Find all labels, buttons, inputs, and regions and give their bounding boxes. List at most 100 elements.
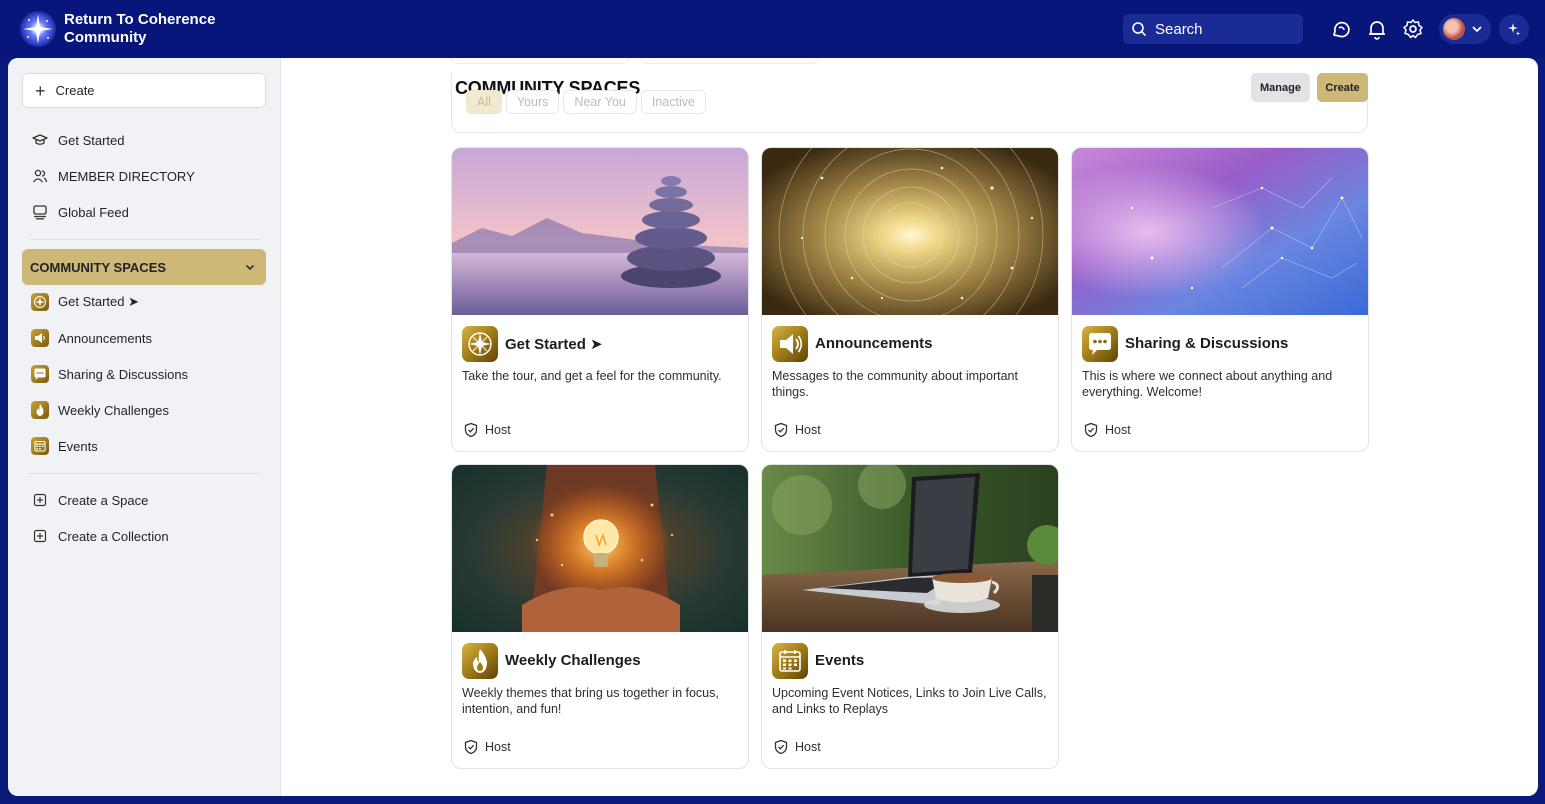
filter-tabs: All Yours Near You Inactive [466,90,710,114]
chat-bubble-icon [31,365,49,383]
sidebar-create-button[interactable]: + Create [22,73,266,108]
sidebar-item-label: Announcements [58,330,152,346]
sidebar-divider [30,473,260,474]
bell-icon[interactable] [1365,17,1389,41]
space-card-events[interactable]: Events Upcoming Event Notices, Links to … [761,464,1059,769]
main-frame: + Create Get Started MEMBER DIRECTORY Gl… [8,58,1538,796]
card-description: Messages to the community about importan… [772,369,1018,399]
sidebar-item-label: MEMBER DIRECTORY [58,168,195,184]
search-input[interactable]: Search [1123,14,1303,44]
sidebar-divider [30,239,260,240]
sidebar-space-get-started[interactable]: Get Started ➤ [30,288,139,316]
calendar-icon [772,643,808,679]
card-host: Host [463,422,511,438]
card-description: Weekly themes that bring us together in … [462,686,719,716]
calendar-icon [31,437,49,455]
sidebar-item-label: Sharing & Discussions [58,366,189,382]
chevron-down-icon [245,264,255,271]
ai-sparkle-button[interactable] [1499,14,1529,44]
sidebar-item-label: Create a Collection [58,528,169,544]
host-label: Host [485,423,511,437]
sparkle-icon [1508,23,1520,36]
members-icon [30,166,50,186]
megaphone-icon [31,329,49,347]
flame-icon [462,643,498,679]
search-icon [1132,22,1147,37]
space-card-sharing-discussions[interactable]: Sharing & Discussions This is where we c… [1071,147,1369,452]
card-title: Get Started ➤ [505,336,603,353]
card-description: Upcoming Event Notices, Links to Join Li… [772,686,1047,716]
main-content: COMMUNITY SPACES All Yours Near You Inac… [281,58,1538,796]
sidebar-item-member-directory[interactable]: MEMBER DIRECTORY [30,162,195,190]
sidebar-item-label: Get Started ➤ [58,294,139,309]
sidebar-space-weekly-challenges[interactable]: Weekly Challenges [30,396,169,424]
sidebar-create-space[interactable]: Create a Space [30,486,148,514]
sidebar-section-community-spaces[interactable]: COMMUNITY SPACES [22,249,266,285]
sidebar-create-collection[interactable]: Create a Collection [30,522,169,550]
brand-name: Return To Coherence Community [64,11,215,47]
host-label: Host [795,740,821,754]
chat-bubble-icon [1082,326,1118,362]
sidebar: + Create Get Started MEMBER DIRECTORY Gl… [8,58,281,796]
plus-square-icon [30,526,50,546]
card-image [1072,148,1368,315]
create-button[interactable]: Create [1317,73,1368,102]
card-title: Weekly Challenges [505,652,641,669]
host-label: Host [485,740,511,754]
card-title: Sharing & Discussions [1125,335,1289,352]
avatar [1443,18,1465,40]
card-image [762,148,1058,315]
filter-tab-yours[interactable]: Yours [505,90,560,114]
filter-tab-near-you[interactable]: Near You [563,90,637,114]
space-card-get-started[interactable]: Get Started ➤ Take the tour, and get a f… [451,147,749,452]
card-host: Host [463,739,511,755]
brand-line-1: Return To Coherence [64,11,216,28]
sidebar-item-get-started[interactable]: Get Started [30,126,124,154]
card-description: Take the tour, and get a feel for the co… [462,369,722,383]
card-title: Announcements [815,335,933,352]
sidebar-space-events[interactable]: Events [30,432,98,460]
feed-icon [30,202,50,222]
space-card-weekly-challenges[interactable]: Weekly Challenges Weekly themes that bri… [451,464,749,769]
megaphone-icon [772,326,808,362]
brand[interactable]: Return To Coherence Community [20,11,215,47]
sidebar-item-global-feed[interactable]: Global Feed [30,198,129,226]
sidebar-item-label: Global Feed [58,204,129,220]
card-description: This is where we connect about anything … [1082,369,1333,399]
user-menu[interactable] [1439,14,1491,44]
section-label: COMMUNITY SPACES [30,259,167,275]
sidebar-item-label: Weekly Challenges [58,402,170,418]
gear-icon[interactable] [1401,17,1425,41]
sidebar-create-label: Create [55,83,95,98]
sidebar-item-label: Events [58,438,98,454]
card-image [452,148,748,315]
chevron-down-icon [1472,26,1482,33]
sidebar-item-label: Get Started [58,132,125,148]
shield-check-icon [774,739,788,755]
brand-line-2: Community [64,29,147,46]
card-image [762,465,1058,632]
card-host: Host [773,422,821,438]
graduation-cap-icon [30,130,50,150]
manage-button[interactable]: Manage [1251,73,1310,102]
search-label: Search [1155,20,1203,38]
host-label: Host [1105,423,1131,437]
space-card-announcements[interactable]: Announcements Messages to the community … [761,147,1059,452]
brand-logo-icon [20,11,56,47]
filter-tab-inactive[interactable]: Inactive [640,90,706,114]
sidebar-space-announcements[interactable]: Announcements [30,324,152,352]
plus-square-icon [30,490,50,510]
sidebar-space-sharing-discussions[interactable]: Sharing & Discussions [30,360,188,388]
card-host: Host [1083,422,1131,438]
card-host: Host [773,739,821,755]
filter-tab-all[interactable]: All [466,90,502,114]
compass-icon [462,326,498,362]
flame-icon [31,401,49,419]
compass-icon [31,293,49,311]
shield-check-icon [1084,422,1098,438]
host-label: Host [795,423,821,437]
card-title: Events [815,652,865,669]
plus-icon: + [35,80,46,101]
ghost-header-edge [451,58,851,64]
chat-icon[interactable] [1329,17,1353,41]
